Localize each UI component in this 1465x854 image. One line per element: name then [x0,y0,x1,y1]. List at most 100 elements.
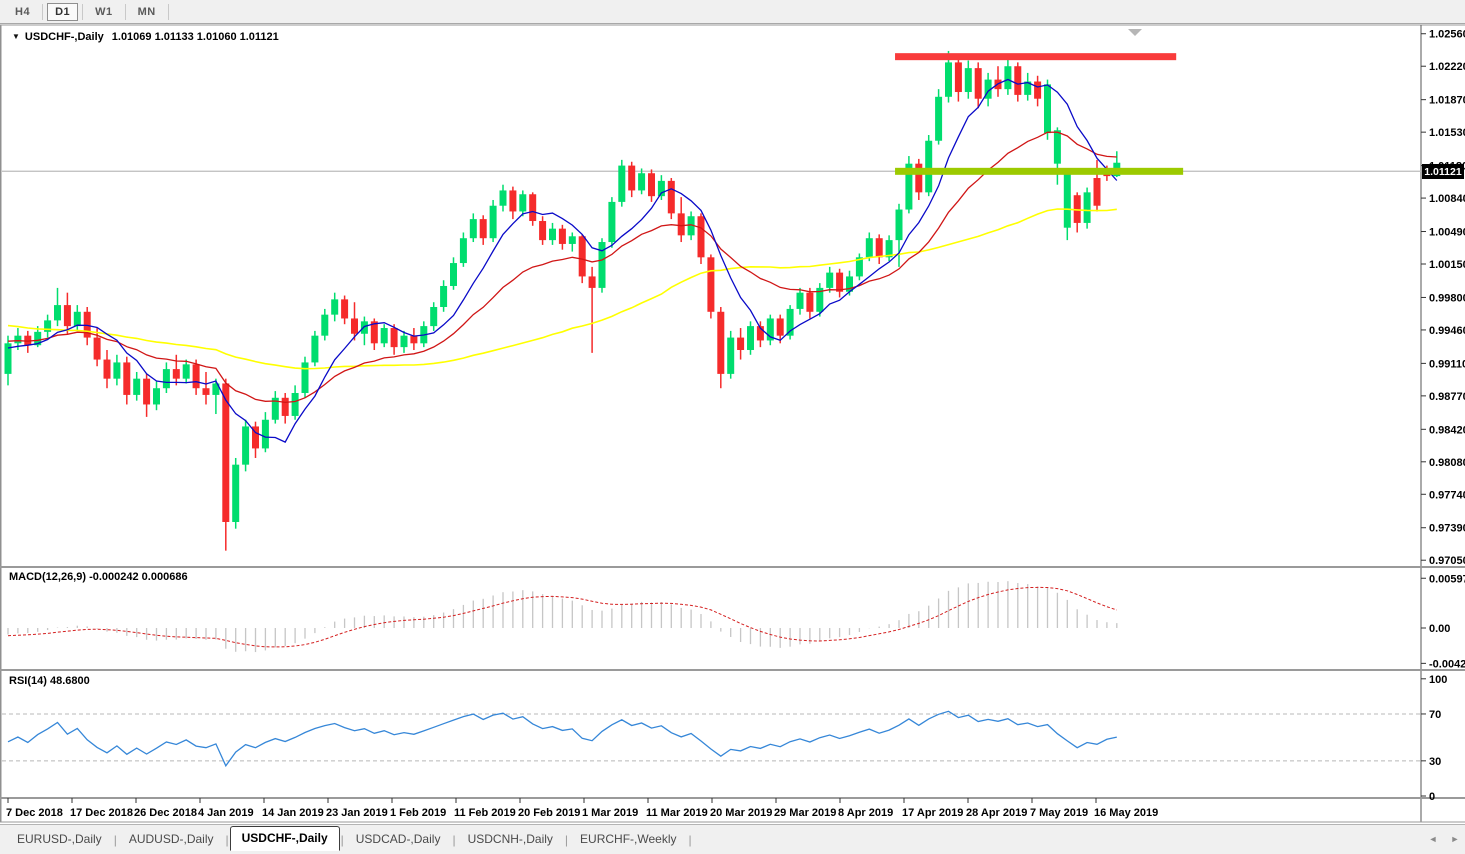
candle-bearish [806,292,814,312]
tab-scroll-right-button[interactable]: ► [1448,831,1462,846]
candle-bullish [568,236,576,244]
candle-bullish [1083,192,1091,223]
candle-bullish [499,190,507,206]
candle-bullish [1044,84,1051,134]
chart-surface[interactable]: 1.025601.022201.018701.015301.011801.008… [0,0,1465,854]
chart-ohlc-values: 1.01069 1.01133 1.01060 1.01121 [111,31,279,43]
date-axis-label: 1 Mar 2019 [582,807,638,819]
macd-indicator-label: MACD(12,26,9) -0.000242 0.000686 [9,571,188,583]
panel-divider [0,566,1465,568]
chart-dropdown-icon[interactable]: ▼ [12,32,20,41]
candle-bullish [242,426,250,465]
price-axis-label: 1.00150 [1429,259,1465,271]
candle-bearish [628,165,636,191]
panel-divider [0,669,1465,671]
price-axis-label: 0.99460 [1429,325,1465,337]
candle-bullish [261,419,269,449]
timeframe-button-mn[interactable]: MN [130,3,164,21]
candle-bullish [826,272,834,288]
candle-bearish [341,299,349,319]
timeframe-button-d1[interactable]: D1 [47,2,79,21]
price-axis-label: 1.01870 [1429,95,1465,107]
candle-bearish [123,362,131,395]
chart-tab-bar: EURUSD-,Daily | AUDUSD-,Daily | USDCHF-,Dail… [0,824,1465,854]
candle-bearish [509,190,517,212]
tab-divider: | [688,832,692,847]
candle-bearish [875,238,883,258]
chart-tab-usdchf[interactable]: USDCHF-,Daily [229,826,340,851]
timeframe-button-w1[interactable]: W1 [87,3,121,21]
candle-bullish [618,165,626,202]
candle-bearish [648,173,655,197]
candle-bearish [63,305,71,327]
rsi-axis-label: 0 [1429,791,1435,803]
chart-tab-usdcad[interactable]: USDCAD-,Daily [345,828,452,851]
candle-bearish [836,272,844,292]
candle-bearish [776,318,784,336]
candle-bullish [1004,66,1012,90]
candle-bullish [519,194,527,212]
timeframe-button-h4[interactable]: H4 [7,3,38,21]
candle-bearish [697,216,705,258]
candle-bullish [865,238,873,258]
chart-tab-eurchf[interactable]: EURCHF-,Weekly [569,828,687,851]
candle-bearish [410,335,418,344]
date-axis-label: 1 Feb 2019 [390,807,446,819]
candle-bullish [301,362,309,394]
candle-bearish [677,213,685,236]
candle-bullish [964,68,972,93]
candle-bullish [133,378,141,395]
candle-bearish [974,68,982,99]
date-axis-label: 7 May 2019 [1030,807,1088,819]
candle-bullish [162,369,170,389]
tab-scroll-left-button[interactable]: ◄ [1426,831,1440,846]
support-level-bar [895,167,1184,175]
rsi-axis-label: 30 [1429,756,1441,768]
candle-bearish [707,257,715,312]
candle-bearish [717,311,725,374]
candle-bullish [440,285,448,308]
candle-bullish [796,292,804,309]
candle-bearish [588,276,596,288]
ma-fast-line [7,78,1118,443]
candle-bullish [380,328,388,344]
candle-bearish [103,359,111,379]
price-axis-label: 1.01530 [1429,127,1465,139]
candle-bullish [489,205,497,239]
price-axis-label: 0.97740 [1429,489,1465,501]
macd-axis-label: 0.00597 [1429,573,1465,585]
candle-bullish [1053,130,1061,164]
price-axis-label: 0.99800 [1429,292,1465,304]
date-axis-label: 4 Jan 2019 [198,807,254,819]
candle-bearish [578,236,586,277]
current-price-box: 1.01121 [1422,164,1464,179]
price-axis-label: 0.98770 [1429,391,1465,403]
candle-bullish [549,228,556,241]
chart-shift-marker-icon [1128,29,1142,36]
candle-bearish [93,337,101,360]
candle-bullish [54,305,61,321]
candle-bullish [459,238,467,264]
price-axis-label: 0.98080 [1429,457,1465,469]
date-axis-label: 29 Mar 2019 [774,807,836,819]
candle-bearish [202,388,210,395]
date-axis-label: 26 Dec 2018 [134,807,197,819]
resistance-level-bar [895,53,1177,61]
window-left-border [0,25,2,822]
price-axis-label: 0.98420 [1429,424,1465,436]
candle-bearish [558,228,566,244]
candle-bullish [895,209,903,241]
chart-title: ▼ USDCHF-,Daily 1.01069 1.01133 1.01060 1.… [12,31,279,43]
price-axis-label: 1.00490 [1429,227,1465,239]
date-axis-label: 8 Apr 2019 [838,807,893,819]
candle-bullish [608,201,616,243]
chart-tab-eurusd[interactable]: EURUSD-,Daily [6,828,113,851]
toolbar-divider [82,3,84,20]
candle-bearish [281,397,289,416]
date-axis-label: 7 Dec 2018 [6,807,63,819]
chart-tab-audusd[interactable]: AUDUSD-,Daily [118,828,225,851]
candle-bullish [232,464,240,522]
chart-tab-usdcnh[interactable]: USDCNH-,Daily [457,828,564,851]
candle-bearish [954,62,962,93]
date-axis-label: 20 Feb 2019 [518,807,580,819]
